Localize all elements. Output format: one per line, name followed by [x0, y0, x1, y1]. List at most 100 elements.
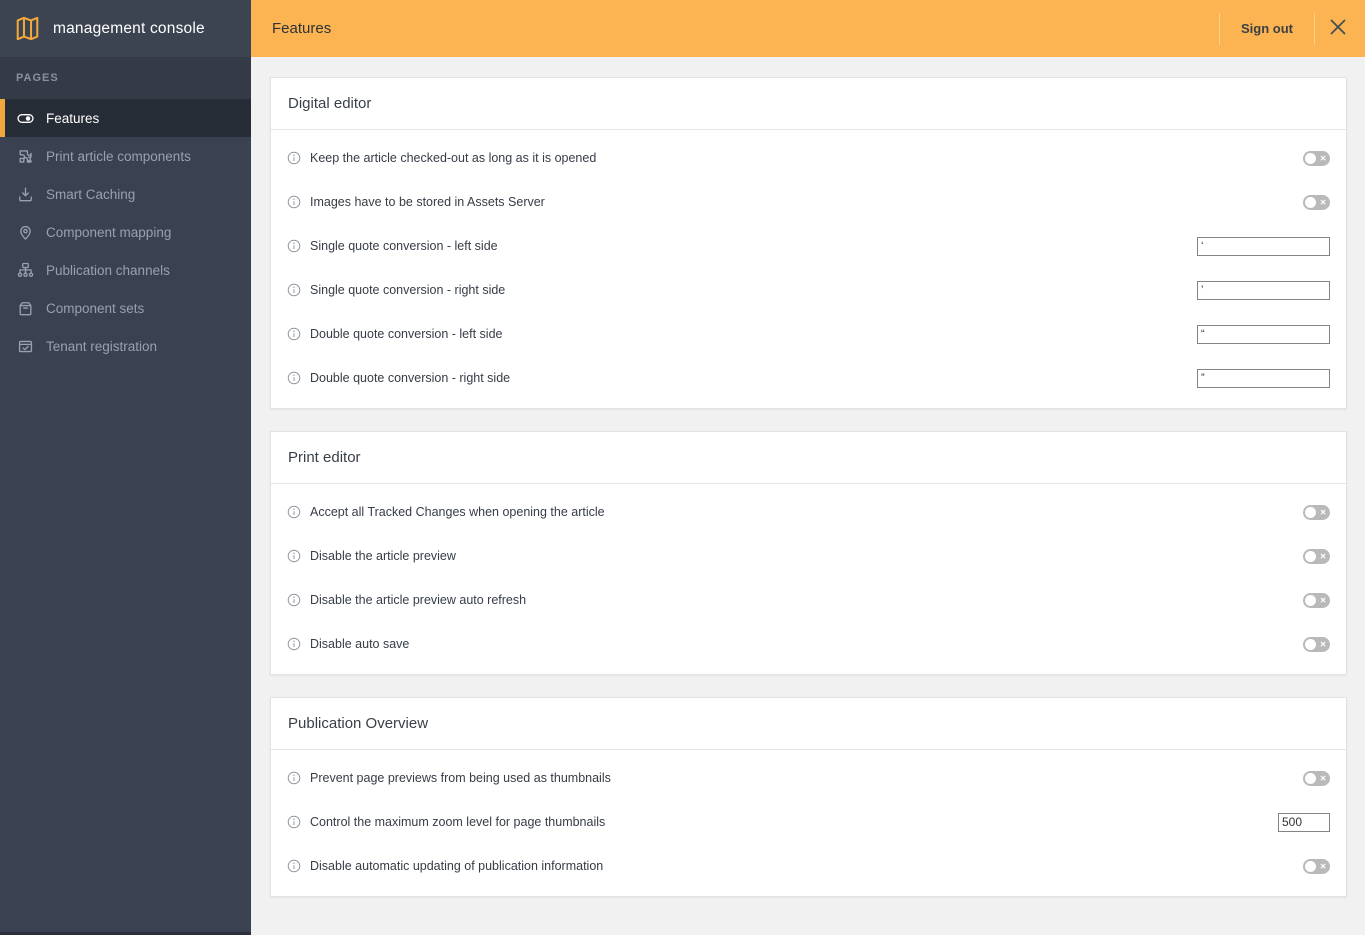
close-button[interactable] — [1315, 0, 1361, 57]
setting-row: Disable auto save ✕ — [287, 622, 1330, 666]
server-check-icon — [16, 337, 34, 355]
setting-label: Images have to be stored in Assets Serve… — [310, 195, 545, 209]
sidebar-nav: Features Print article components Smart … — [0, 99, 251, 365]
page-title: Features — [272, 20, 332, 37]
info-icon[interactable] — [287, 239, 301, 253]
info-icon[interactable] — [287, 771, 301, 785]
app-title: management console — [53, 19, 205, 37]
toggle-knob — [1305, 772, 1316, 784]
toggle-x-icon: ✕ — [1319, 639, 1327, 649]
card-title: Publication Overview — [271, 698, 1346, 750]
info-icon[interactable] — [287, 859, 301, 873]
folded-map-logo-icon — [14, 15, 41, 42]
puzzle-icon — [16, 147, 34, 165]
toggle-knob — [1305, 550, 1316, 562]
info-icon[interactable] — [287, 549, 301, 563]
setting-label: Disable the article preview auto refresh — [310, 593, 527, 607]
toggle-x-icon: ✕ — [1319, 595, 1327, 605]
setting-control — [1197, 236, 1330, 256]
setting-control: ✕ — [1303, 858, 1330, 874]
setting-row: Double quote conversion - left side — [287, 312, 1330, 356]
sidebar-item-print-article-components[interactable]: Print article components — [0, 137, 251, 175]
toggle-x-icon: ✕ — [1319, 861, 1327, 871]
setting-control: ✕ — [1303, 194, 1330, 210]
setting-row: Keep the article checked-out as long as … — [287, 136, 1330, 180]
toggle-switch-off[interactable]: ✕ — [1303, 548, 1330, 564]
setting-label: Single quote conversion - right side — [310, 283, 506, 297]
setting-row: Single quote conversion - left side — [287, 224, 1330, 268]
main-column: Features Sign out Digital editor Keep th… — [251, 0, 1365, 935]
setting-control: ✕ — [1303, 770, 1330, 786]
toggle-switch-off[interactable]: ✕ — [1303, 770, 1330, 786]
sidebar-item-publication-channels[interactable]: Publication channels — [0, 251, 251, 289]
card-rows: Accept all Tracked Changes when opening … — [271, 484, 1346, 674]
toggle-switch-off[interactable]: ✕ — [1303, 636, 1330, 652]
setting-row: Disable the article preview ✕ — [287, 534, 1330, 578]
setting-row: Disable the article preview auto refresh… — [287, 578, 1330, 622]
setting-row: Accept all Tracked Changes when opening … — [287, 490, 1330, 534]
card-title: Print editor — [271, 432, 1346, 484]
setting-label: Single quote conversion - left side — [310, 239, 498, 253]
toggle-knob — [1305, 506, 1316, 518]
setting-label: Disable automatic updating of publicatio… — [310, 859, 604, 873]
toggle-switch-off[interactable]: ✕ — [1303, 194, 1330, 210]
pages-section-header: PAGES — [0, 57, 251, 99]
info-icon[interactable] — [287, 815, 301, 829]
sidebar-item-component-sets[interactable]: Component sets — [0, 289, 251, 327]
setting-label: Keep the article checked-out as long as … — [310, 151, 597, 165]
toggle-knob — [1305, 196, 1316, 208]
card-rows: Prevent page previews from being used as… — [271, 750, 1346, 896]
sidebar-item-features[interactable]: Features — [0, 99, 251, 137]
toggle-switch-off[interactable]: ✕ — [1303, 150, 1330, 166]
setting-row: Single quote conversion - right side — [287, 268, 1330, 312]
toggle-x-icon: ✕ — [1319, 507, 1327, 517]
setting-control — [1278, 812, 1330, 832]
info-icon[interactable] — [287, 195, 301, 209]
toggle-knob — [1305, 860, 1316, 872]
setting-control — [1197, 280, 1330, 300]
quote-input[interactable] — [1197, 324, 1330, 344]
setting-row: Disable automatic updating of publicatio… — [287, 844, 1330, 888]
info-icon[interactable] — [287, 283, 301, 297]
quote-input[interactable] — [1197, 280, 1330, 300]
info-icon[interactable] — [287, 151, 301, 165]
download-icon — [16, 185, 34, 203]
sidebar-item-tenant-registration[interactable]: Tenant registration — [0, 327, 251, 365]
setting-label: Double quote conversion - right side — [310, 371, 511, 385]
setting-row: Images have to be stored in Assets Serve… — [287, 180, 1330, 224]
sign-out-button[interactable]: Sign out — [1220, 0, 1314, 57]
info-icon[interactable] — [287, 593, 301, 607]
header-actions: Sign out — [1219, 0, 1365, 57]
info-icon[interactable] — [287, 371, 301, 385]
card-print-editor: Print editor Accept all Tracked Changes … — [270, 431, 1347, 675]
info-icon[interactable] — [287, 637, 301, 651]
map-pin-icon — [16, 223, 34, 241]
quote-input[interactable] — [1197, 236, 1330, 256]
sidebar-item-label: Smart Caching — [46, 186, 136, 202]
sidebar: management console PAGES Features Print … — [0, 0, 251, 935]
setting-label: Control the maximum zoom level for page … — [310, 815, 606, 829]
sidebar-item-smart-caching[interactable]: Smart Caching — [0, 175, 251, 213]
setting-label: Disable the article preview — [310, 549, 456, 563]
setting-label: Accept all Tracked Changes when opening … — [310, 505, 605, 519]
sidebar-item-component-mapping[interactable]: Component mapping — [0, 213, 251, 251]
setting-control — [1197, 368, 1330, 388]
sidebar-item-label: Component sets — [46, 300, 145, 316]
toggle-switch-off[interactable]: ✕ — [1303, 858, 1330, 874]
toggle-switch-off[interactable]: ✕ — [1303, 592, 1330, 608]
toggle-knob — [1305, 152, 1316, 164]
toggle-knob — [1305, 638, 1316, 650]
setting-control — [1197, 324, 1330, 344]
logo-bar: management console — [0, 0, 251, 57]
zoom-level-input[interactable] — [1278, 812, 1330, 832]
toggle-switch-off[interactable]: ✕ — [1303, 504, 1330, 520]
info-icon[interactable] — [287, 505, 301, 519]
sitemap-icon — [16, 261, 34, 279]
setting-control: ✕ — [1303, 150, 1330, 166]
sidebar-item-label: Publication channels — [46, 262, 170, 278]
quote-input[interactable] — [1197, 368, 1330, 388]
content: Digital editor Keep the article checked-… — [251, 57, 1365, 935]
info-icon[interactable] — [287, 327, 301, 341]
pages-label: PAGES — [16, 72, 59, 84]
toggle-x-icon: ✕ — [1319, 197, 1327, 207]
